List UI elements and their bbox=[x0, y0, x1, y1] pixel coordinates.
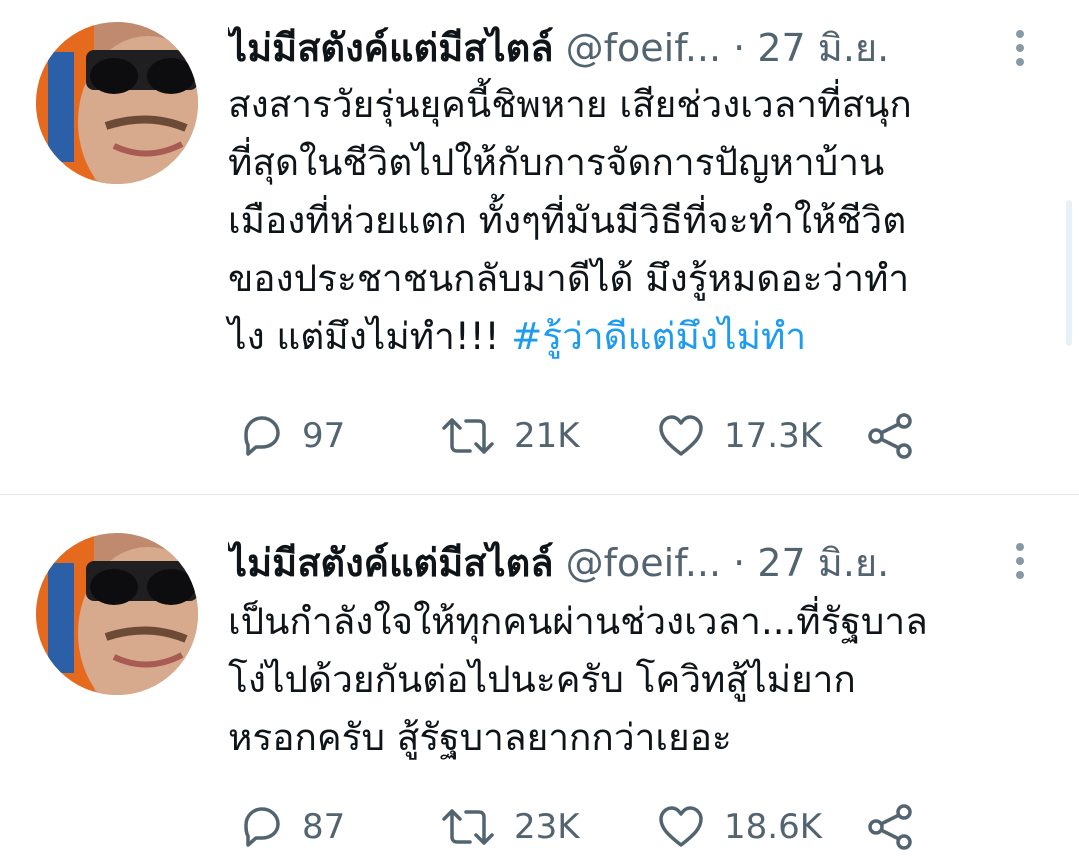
author-name[interactable]: ไม่มีสตังค์แต่มีสไตล์ bbox=[228, 26, 554, 70]
reply-icon bbox=[244, 416, 280, 456]
retweet-icon bbox=[442, 418, 494, 454]
retweet-icon bbox=[442, 809, 494, 845]
tweet-date[interactable]: 27 มิ.ย. bbox=[757, 541, 889, 585]
avatar-image bbox=[36, 22, 198, 184]
reply-button[interactable]: 87 bbox=[236, 797, 345, 857]
like-icon bbox=[659, 415, 703, 456]
reply-icon bbox=[244, 807, 280, 847]
like-count: 18.6K bbox=[724, 807, 822, 847]
like-icon bbox=[659, 806, 703, 847]
tweet-text-line: ของประชาชนกลับมาดีได้ มึงรู้หมดอะว่าทำ bbox=[228, 257, 910, 300]
author-handle[interactable]: @foeif... bbox=[566, 26, 721, 70]
tweet-text-line: โง่ไปด้วยกันต่อไปนะครับ โควิทสู้ไม่ยาก bbox=[228, 658, 856, 701]
separator-dot: · bbox=[733, 26, 746, 70]
tweet-text-fragment: ไง แต่มึงไม่ทำ!!! bbox=[228, 315, 512, 358]
tweet-text: เป็นกำลังใจให้ทุกคนผ่านช่วงเวลา...ที่รัฐ… bbox=[228, 593, 1048, 767]
author-handle[interactable]: @foeif... bbox=[566, 541, 721, 585]
tweet-header: ไม่มีสตังค์แต่มีสไตล์ @foeif... · 27 มิ.… bbox=[228, 18, 988, 78]
tweet-text: สงสารวัยรุ่นยุคนี้ชิพหาย เสียช่วงเวลาที่… bbox=[228, 76, 1048, 366]
tweet-text-line: ที่สุดในชีวิตไปให้กับการจัดการปัญหาบ้าน bbox=[228, 141, 885, 184]
separator-dot: · bbox=[733, 541, 746, 585]
tweet-text-line: หรอกครับ สู้รัฐบาลยากกว่าเยอะ bbox=[228, 716, 732, 759]
tweet-text-line: เป็นกำลังใจให้ทุกคนผ่านช่วงเวลา...ที่รัฐ… bbox=[228, 600, 928, 643]
tweet-actions: 87 23K 18.6K bbox=[228, 797, 948, 857]
share-button[interactable] bbox=[866, 797, 916, 857]
more-options-icon[interactable] bbox=[1000, 539, 1040, 587]
avatar[interactable] bbox=[36, 22, 198, 184]
like-button[interactable]: 18.6K bbox=[656, 797, 822, 857]
reply-count: 97 bbox=[302, 416, 346, 456]
like-count: 17.3K bbox=[724, 416, 822, 456]
tweet-header: ไม่มีสตังค์แต่มีสไตล์ @foeif... · 27 มิ.… bbox=[228, 533, 988, 593]
avatar-image bbox=[36, 533, 198, 695]
avatar[interactable] bbox=[36, 533, 198, 695]
reply-count: 87 bbox=[302, 807, 346, 847]
tweet-date[interactable]: 27 มิ.ย. bbox=[757, 26, 889, 70]
author-name[interactable]: ไม่มีสตังค์แต่มีสไตล์ bbox=[228, 541, 554, 585]
retweet-count: 21K bbox=[514, 416, 580, 456]
scroll-indicator[interactable] bbox=[1066, 200, 1072, 346]
tweet[interactable]: ไม่มีสตังค์แต่มีสไตล์ @foeif... · 27 มิ.… bbox=[0, 495, 1079, 868]
reply-button[interactable]: 97 bbox=[236, 406, 345, 466]
like-button[interactable]: 17.3K bbox=[656, 406, 822, 466]
tweet-text-line: สงสารวัยรุ่นยุคนี้ชิพหาย เสียช่วงเวลาที่… bbox=[228, 83, 912, 126]
more-options-icon[interactable] bbox=[1000, 26, 1040, 74]
retweet-button[interactable]: 23K bbox=[440, 797, 580, 857]
share-button[interactable] bbox=[866, 406, 916, 466]
tweet-text-line: เมืองที่ห่วยแตก ทั้งๆที่มันมีวิธีที่จะทำ… bbox=[228, 199, 907, 242]
retweet-button[interactable]: 21K bbox=[440, 406, 580, 466]
retweet-count: 23K bbox=[514, 807, 580, 847]
tweet-text-line: ไง แต่มึงไม่ทำ!!! #รู้ว่าดีแต่มึงไม่ทำ bbox=[228, 308, 1048, 366]
hashtag-link[interactable]: #รู้ว่าดีแต่มึงไม่ทำ bbox=[511, 315, 806, 358]
share-icon bbox=[868, 804, 912, 850]
tweet[interactable]: ไม่มีสตังค์แต่มีสไตล์ @foeif... · 27 มิ.… bbox=[0, 0, 1079, 494]
share-icon bbox=[868, 413, 912, 459]
tweet-actions: 97 21K 17.3K bbox=[228, 406, 948, 466]
